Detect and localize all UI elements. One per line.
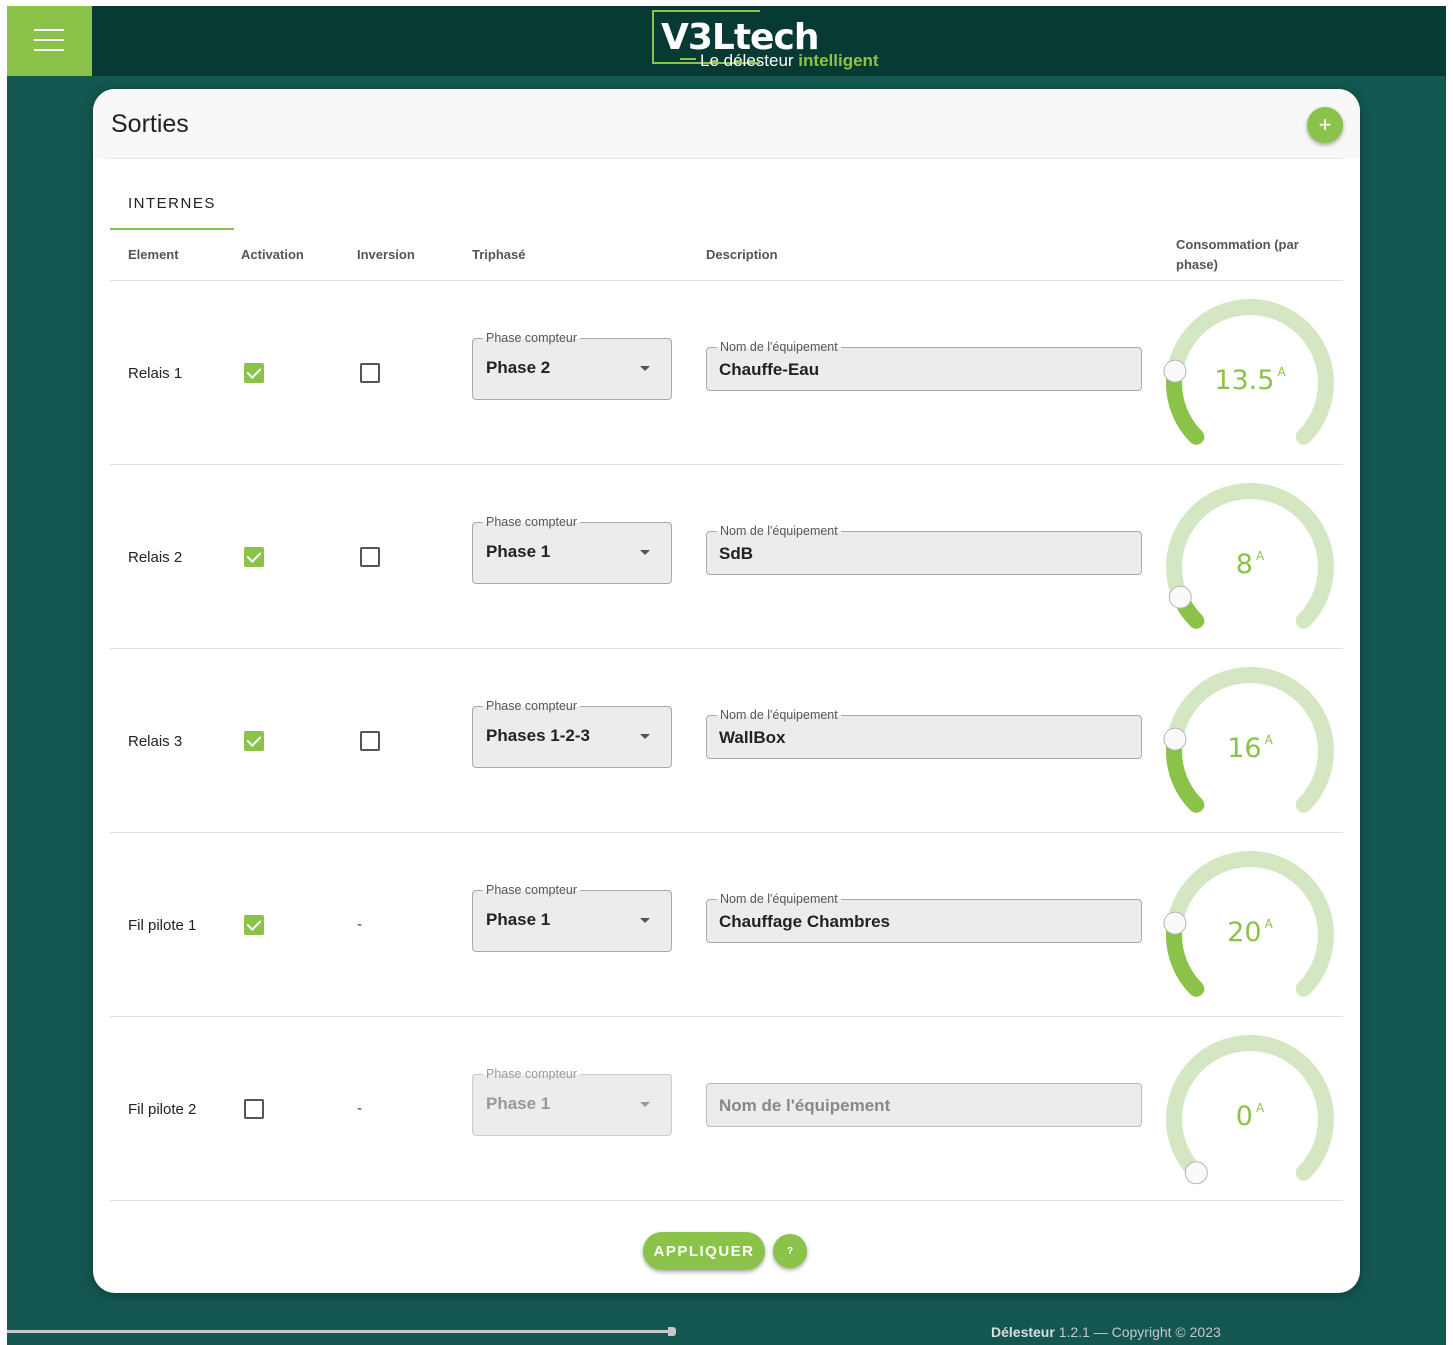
add-button[interactable]: +	[1307, 107, 1343, 143]
phase-select[interactable]: Phase compteur Phases 1-2-3	[472, 698, 672, 768]
equipment-name-field[interactable]	[706, 1083, 1142, 1127]
app-root: V3Ltech Le délesteur intelligent Sorties…	[7, 6, 1446, 1345]
top-bar: V3Ltech Le délesteur intelligent	[7, 6, 1446, 76]
phase-select-label: Phase compteur	[483, 330, 581, 346]
phase-select[interactable]: Phase compteur Phase 1	[472, 514, 672, 584]
inversion-checkbox[interactable]	[360, 363, 380, 383]
equipment-name-label: Nom de l'équipement	[717, 339, 841, 355]
equipment-name-label: Nom de l'équipement	[717, 523, 841, 539]
phase-select-value: Phase 2	[486, 358, 551, 377]
equipment-name-input[interactable]	[719, 359, 1129, 381]
column-header-consommation: Consommation (par phase)	[1176, 237, 1299, 272]
equipment-name-label: Nom de l'équipement	[717, 891, 841, 907]
row-divider	[110, 1200, 1343, 1201]
phase-select-value: Phase 1	[486, 1094, 551, 1113]
consumption-value: 13.5 A	[1214, 365, 1286, 396]
phase-select-value: Phase 1	[486, 542, 551, 561]
activation-checkbox[interactable]	[244, 547, 264, 567]
equipment-name-field[interactable]: Nom de l'équipement	[706, 707, 1142, 759]
phase-select[interactable]: Phase compteur Phase 1	[472, 882, 672, 952]
output-row: Relais 3 Phase compteur Phases 1-2-3 Nom…	[110, 649, 1343, 833]
equipment-name-input[interactable]	[719, 911, 1129, 933]
menu-button[interactable]	[7, 6, 92, 76]
brand-logo: V3Ltech Le délesteur intelligent	[652, 10, 892, 72]
consumption-value: 16 A	[1227, 733, 1273, 764]
activation-checkbox[interactable]	[244, 731, 264, 751]
activation-checkbox[interactable]	[244, 1099, 264, 1119]
equipment-name-field[interactable]: Nom de l'équipement	[706, 891, 1142, 943]
column-header-element: Element	[128, 247, 179, 262]
page-title: Sorties	[111, 110, 189, 138]
phase-select-value: Phase 1	[486, 910, 551, 929]
caret-down-icon	[640, 550, 650, 555]
equipment-name-field[interactable]: Nom de l'équipement	[706, 339, 1142, 391]
consumption-gauge[interactable]: 16 A	[1160, 661, 1340, 831]
caret-down-icon	[640, 918, 650, 923]
equipment-name-input[interactable]	[719, 727, 1129, 749]
equipment-name-input[interactable]	[719, 543, 1129, 565]
tab-indicator	[110, 228, 234, 230]
phase-select-value: Phases 1-2-3	[486, 726, 590, 745]
phase-select[interactable]: Phase compteur Phase 2	[472, 330, 672, 400]
column-header-inversion: Inversion	[357, 247, 415, 262]
tab-internes[interactable]: INTERNES	[110, 181, 234, 229]
column-header-activation: Activation	[241, 247, 304, 262]
inversion-na: -	[357, 1100, 362, 1117]
column-header-description: Description	[706, 247, 778, 262]
caret-down-icon	[640, 366, 650, 371]
activation-checkbox[interactable]	[244, 363, 264, 383]
consumption-gauge[interactable]: 13.5 A	[1160, 293, 1340, 463]
plug-icon	[680, 58, 696, 60]
apply-button[interactable]: APPLIQUER	[643, 1232, 765, 1270]
output-row: Fil pilote 1 - Phase compteur Phase 1 No…	[110, 833, 1343, 1017]
logo-tagline: Le délesteur intelligent	[700, 51, 879, 70]
phase-select-label: Phase compteur	[483, 882, 581, 898]
output-row: Fil pilote 2 - Phase compteur Phase 1 0A	[110, 1017, 1343, 1201]
footer-cable	[7, 1330, 669, 1333]
activation-checkbox[interactable]	[244, 915, 264, 935]
help-button[interactable]: ?	[773, 1234, 807, 1268]
element-label: Fil pilote 1	[128, 917, 197, 934]
gauge-knob	[1184, 1161, 1208, 1185]
footer-copyright: Délesteur 1.2.1 — Copyright © 2023	[991, 1324, 1221, 1340]
inversion-checkbox[interactable]	[360, 547, 380, 567]
equipment-name-label: Nom de l'équipement	[717, 707, 841, 723]
phase-select[interactable]: Phase compteur Phase 1	[472, 1066, 672, 1136]
caret-down-icon	[640, 734, 650, 739]
plug-icon	[668, 1327, 676, 1336]
phase-select-label: Phase compteur	[483, 1066, 581, 1082]
column-header-triphase: Triphasé	[472, 247, 526, 262]
consumption-value: 20 A	[1227, 917, 1273, 948]
consumption-gauge[interactable]: 8A	[1160, 477, 1340, 647]
outputs-card: Sorties + INTERNES Element Activation In…	[93, 89, 1360, 1293]
card-header: Sorties +	[93, 89, 1360, 159]
element-label: Relais 1	[128, 365, 183, 382]
inversion-checkbox[interactable]	[360, 731, 380, 751]
gauge-knob	[1168, 585, 1192, 609]
inversion-na: -	[357, 916, 362, 933]
phase-select-label: Phase compteur	[483, 514, 581, 530]
header-divider	[110, 158, 1343, 159]
caret-down-icon	[640, 1102, 650, 1107]
element-label: Fil pilote 2	[128, 1101, 197, 1118]
element-label: Relais 2	[128, 549, 183, 566]
equipment-name-input[interactable]	[719, 1095, 1129, 1117]
consumption-gauge[interactable]: 20 A	[1160, 845, 1340, 1015]
element-label: Relais 3	[128, 733, 183, 750]
equipment-name-field[interactable]: Nom de l'équipement	[706, 523, 1142, 575]
output-row: Relais 1 Phase compteur Phase 2 Nom de l…	[110, 281, 1343, 465]
phase-select-label: Phase compteur	[483, 698, 581, 714]
menu-icon	[34, 29, 64, 31]
consumption-gauge[interactable]: 0A	[1160, 1029, 1340, 1199]
consumption-value: 0A	[1235, 1101, 1265, 1132]
consumption-value: 8A	[1235, 549, 1265, 580]
output-row: Relais 2 Phase compteur Phase 1 Nom de l…	[110, 465, 1343, 649]
